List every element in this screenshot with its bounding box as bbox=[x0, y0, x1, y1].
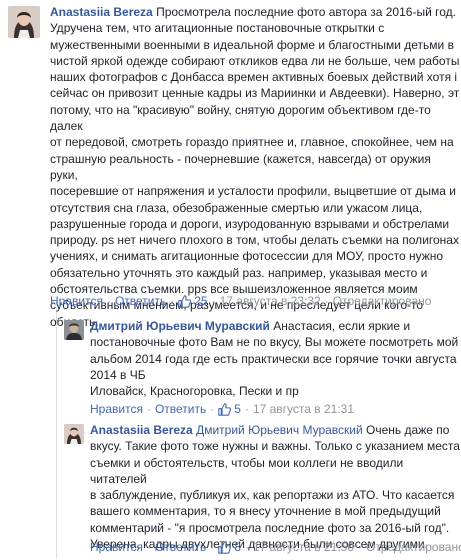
comment-date[interactable]: 17 августа в 21:31 bbox=[253, 402, 354, 416]
comment-line: в заблуждение, публикуя их, как репортаж… bbox=[90, 488, 455, 503]
comment-line: Очень даже по bbox=[366, 423, 450, 437]
comment-line: от передовой, смотреть гораздо приятнее … bbox=[50, 135, 454, 150]
comment-line: чистой яркой одежде собирают откликов ед… bbox=[50, 53, 460, 68]
comment-line: комментарий - "я просмотрела последние ф… bbox=[90, 520, 450, 535]
comment-line: мужественными военными в идеальной форме… bbox=[50, 37, 454, 52]
comment-line: посеревшие от напряжения и усталости про… bbox=[50, 184, 456, 199]
comment-text: Anastasiia Bereza Просмотрела последние … bbox=[50, 4, 460, 330]
comment-text: Anastasiia Bereza Дмитрий Юрьевич Муравс… bbox=[90, 422, 460, 552]
comment-line: Иловайск, Красногоровка, Пески и пр bbox=[90, 384, 299, 399]
avatar[interactable] bbox=[64, 320, 84, 340]
comment-line: Просмотрела последние фото автора за 201… bbox=[156, 5, 456, 19]
thumbs-up-icon[interactable] bbox=[178, 294, 192, 308]
mention-link[interactable]: Дмитрий Юрьевич Муравский bbox=[196, 423, 363, 437]
likes-count[interactable]: 8 bbox=[234, 540, 241, 554]
reply-thread-line bbox=[56, 309, 57, 559]
comment-author[interactable]: Дмитрий Юрьевич Муравский bbox=[90, 319, 270, 333]
comment-line: 2014 в ЧБ bbox=[90, 367, 146, 382]
comment-actions: Нравится · Ответить · 8 · 17 августа в 2… bbox=[90, 540, 461, 554]
reply-link[interactable]: Ответить bbox=[155, 402, 206, 416]
comment-line: природу. ps нет ничего плохого в том, чт… bbox=[50, 233, 459, 248]
comment-line: разрушенные города и дороги, изуродованн… bbox=[50, 216, 450, 231]
reply-link[interactable]: Ответить bbox=[155, 540, 206, 554]
comment-line: обязательно уточнять это каждый раз. нап… bbox=[50, 265, 428, 280]
comment-line: Анастасия, если яркие и bbox=[273, 319, 411, 333]
like-link[interactable]: Нравится bbox=[50, 294, 103, 308]
comment-line: страшную реальность - почерневшие (кажет… bbox=[50, 151, 431, 182]
avatar[interactable] bbox=[64, 424, 84, 444]
comment-line: съемки и обстоятельств, чтобы мои коллег… bbox=[90, 455, 404, 486]
comment-line: наших фотографов с Донбасса времен актив… bbox=[50, 70, 458, 85]
comment-text: Дмитрий Юрьевич Муравский Анастасия, есл… bbox=[90, 318, 460, 399]
comment-actions: Нравится · Ответить · 5 · 17 августа в 2… bbox=[90, 402, 355, 416]
comment-date[interactable]: 17 августа в 23:32 bbox=[220, 294, 321, 308]
comment-line: потому, что на "красивую" войну, снятую … bbox=[50, 102, 431, 134]
comment-line: вкусу. Такие фото тоже нужны и важны. То… bbox=[90, 439, 460, 454]
comment-line: вашего комментария, то я внесу уточнение… bbox=[90, 504, 441, 519]
comment-author[interactable]: Anastasiia Bereza bbox=[90, 423, 193, 437]
comment-actions: Нравится · Ответить · 25 · 17 августа в … bbox=[50, 294, 432, 308]
avatar[interactable] bbox=[8, 6, 40, 38]
comment-line: сейчас он привозит ценные кадры из Марии… bbox=[50, 86, 460, 101]
thumbs-up-icon[interactable] bbox=[218, 402, 232, 416]
comment-line: постановочные фото Вам не по вкусу, Вы м… bbox=[90, 335, 459, 350]
comment-reply-1: Дмитрий Юрьевич Муравский Анастасия, есл… bbox=[64, 318, 459, 418]
avatar-photo-icon bbox=[8, 6, 40, 38]
like-link[interactable]: Нравится bbox=[90, 540, 143, 554]
comment-line: Удручена тем, что агитационные постаново… bbox=[50, 21, 385, 36]
comment-author[interactable]: Anastasiia Bereza bbox=[50, 5, 153, 19]
edited-label[interactable]: Отредактировано bbox=[366, 540, 461, 554]
thumbs-up-icon[interactable] bbox=[218, 540, 232, 554]
comment-line: учениях, и снимать агитационные фотосесс… bbox=[50, 249, 444, 264]
avatar-photo-icon bbox=[64, 320, 84, 340]
comment-1: Anastasiia Bereza Просмотрела последние … bbox=[8, 4, 459, 329]
comment-line: отсутствия сна глаза, обезображенные сме… bbox=[50, 200, 423, 215]
likes-count[interactable]: 5 bbox=[234, 402, 241, 416]
edited-label[interactable]: Отредактировано bbox=[333, 294, 432, 308]
like-link[interactable]: Нравится bbox=[90, 402, 143, 416]
reply-link[interactable]: Ответить bbox=[115, 294, 166, 308]
avatar-photo-icon bbox=[64, 424, 84, 444]
likes-count[interactable]: 25 bbox=[194, 294, 207, 308]
comment-reply-2: Anastasiia Bereza Дмитрий Юрьевич Муравс… bbox=[64, 422, 461, 558]
comment-line: альбом 2014 года где есть практически вс… bbox=[90, 351, 457, 366]
comment-date[interactable]: 17 августа в 21:50 bbox=[253, 540, 354, 554]
